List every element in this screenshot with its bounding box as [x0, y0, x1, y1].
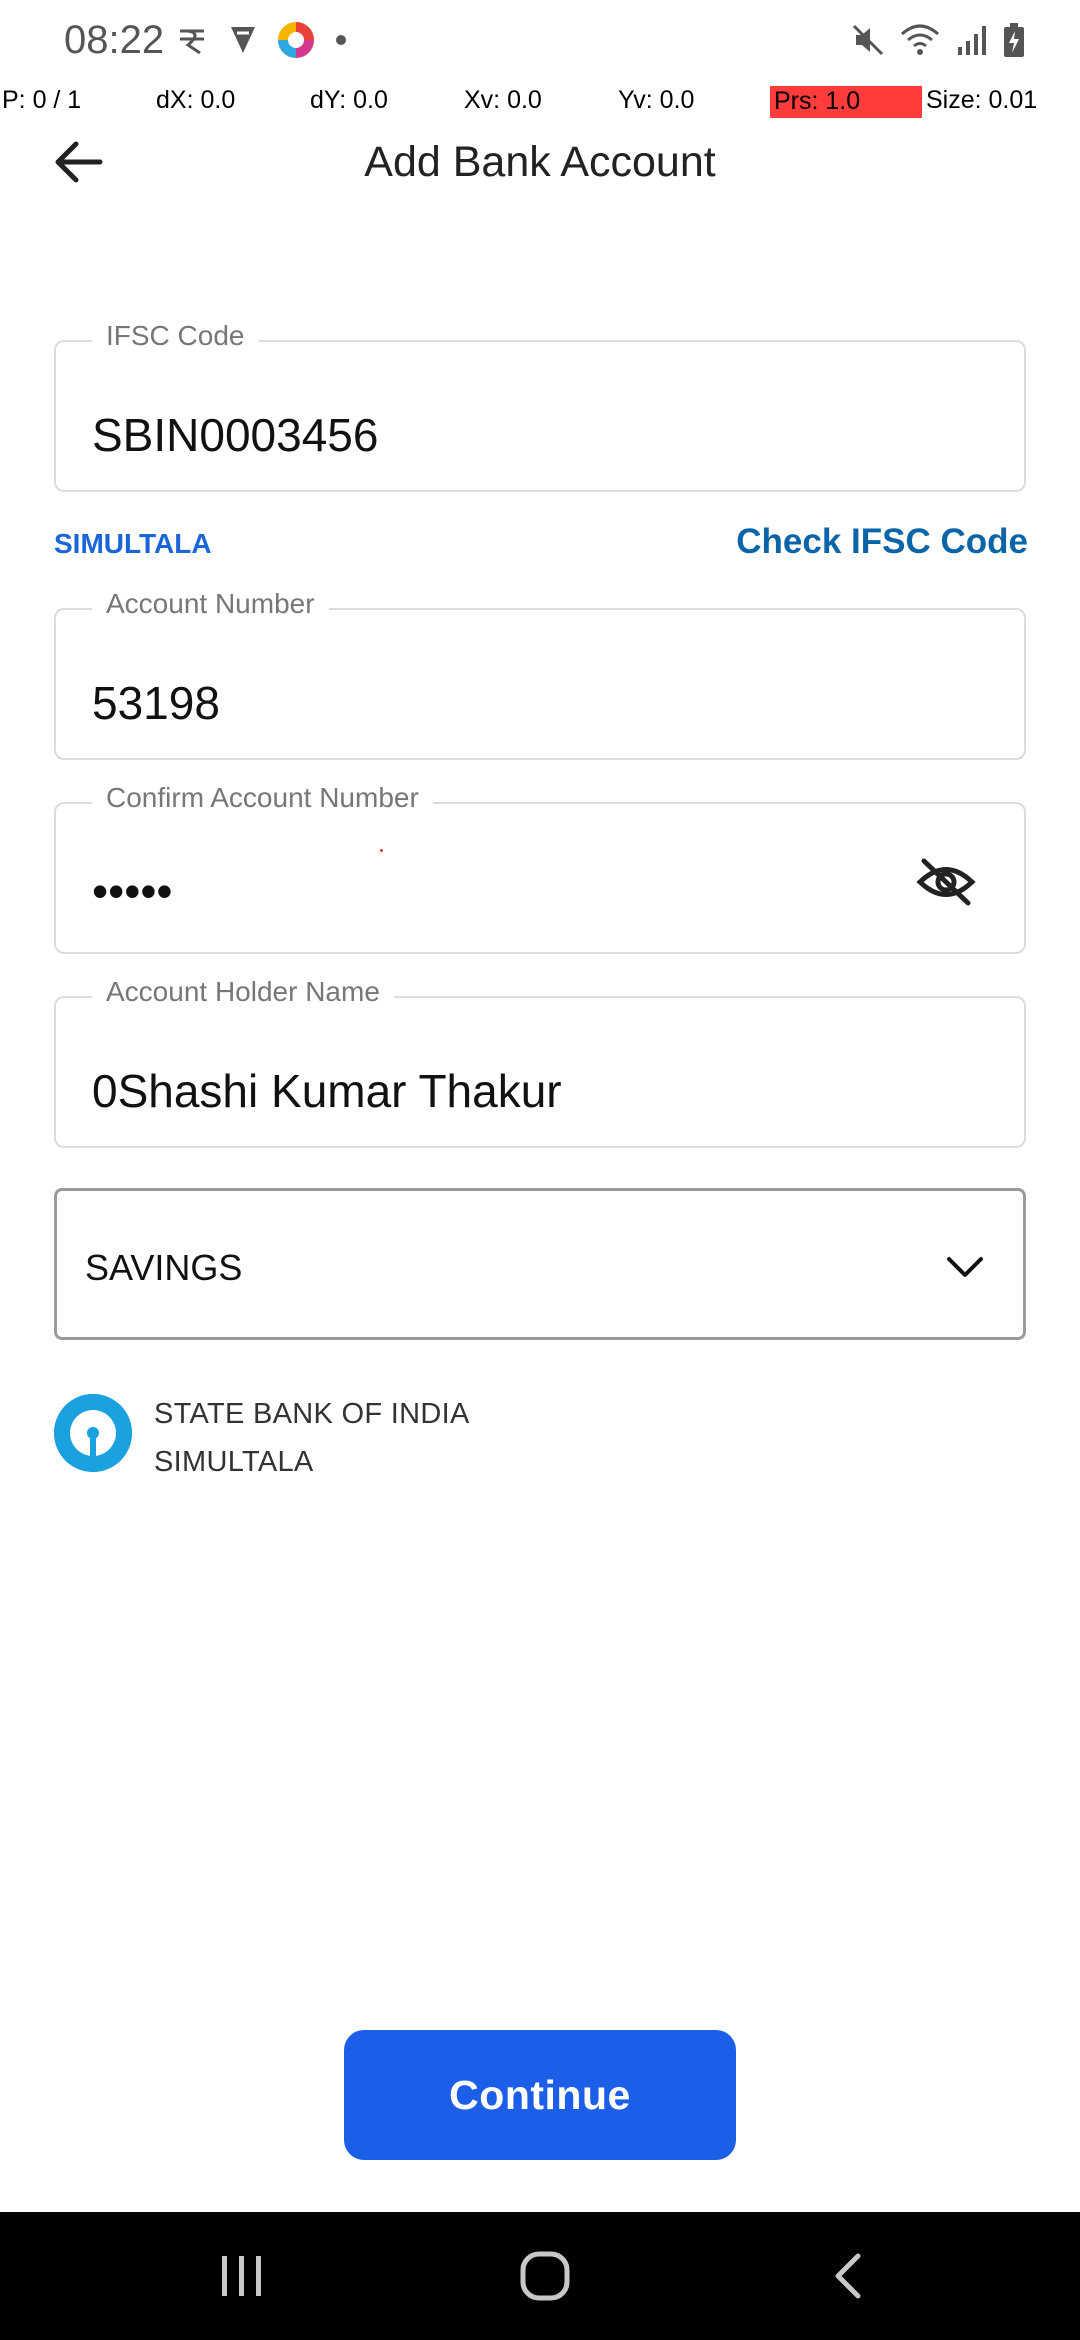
pointer-debug-bar: P: 0 / 1 dX: 0.0 dY: 0.0 Xv: 0.0 Yv: 0.0… [0, 84, 1080, 122]
nav-back-button[interactable] [788, 2236, 908, 2316]
check-ifsc-link[interactable]: Check IFSC Code [736, 522, 1028, 562]
account-type-selected: SAVINGS [85, 1247, 243, 1288]
bank-branch: SIMULTALA [154, 1446, 314, 1478]
ifsc-input[interactable]: SBIN0003456 [92, 408, 378, 462]
status-left-icons [176, 20, 348, 65]
status-bar: 08:22 [0, 0, 1080, 84]
signal-icon [954, 23, 988, 62]
debug-dx: dX: 0.0 [156, 86, 236, 114]
account-holder-name-field[interactable]: Account Holder Name 0Shashi Kumar Thakur [54, 976, 1026, 1148]
home-icon [520, 2251, 570, 2301]
app-header: Add Bank Account [0, 122, 1080, 202]
debug-pressure: Prs: 1.0 [770, 86, 922, 118]
account-type-dropdown[interactable]: SAVINGS [54, 1188, 1026, 1340]
toggle-visibility-button[interactable] [914, 854, 978, 910]
chevron-down-icon [947, 1257, 983, 1277]
confirm-account-number-label: Confirm Account Number [92, 782, 433, 814]
status-right-icons [850, 22, 1026, 63]
account-holder-name-label: Account Holder Name [92, 976, 394, 1008]
battery-icon [1002, 22, 1026, 63]
account-number-input[interactable]: 53198 [92, 676, 220, 730]
account-number-label: Account Number [92, 588, 329, 620]
debug-size: Size: 0.01 [926, 86, 1038, 114]
colorful-app-icon [276, 20, 316, 65]
recent-apps-button[interactable] [182, 2236, 302, 2316]
dot-icon [334, 33, 348, 52]
bank-name: STATE BANK OF INDIA [154, 1398, 470, 1430]
debug-yv: Yv: 0.0 [618, 86, 695, 114]
confirm-account-number-input[interactable]: ••••• [92, 864, 173, 918]
vpn-icon [228, 23, 258, 62]
account-holder-name-input[interactable]: 0Shashi Kumar Thakur [92, 1064, 562, 1118]
debug-xv: Xv: 0.0 [464, 86, 542, 114]
continue-button[interactable]: Continue [344, 2030, 736, 2160]
touch-point-marker [380, 849, 383, 852]
page-title: Add Bank Account [364, 138, 716, 186]
mute-icon [850, 22, 886, 63]
confirm-account-number-field[interactable]: Confirm Account Number ••••• [54, 782, 1026, 954]
system-nav-bar [0, 2212, 1080, 2340]
status-time: 08:22 [64, 18, 165, 62]
account-number-field[interactable]: Account Number 53198 [54, 588, 1026, 760]
debug-dy: dY: 0.0 [310, 86, 388, 114]
branch-hint: SIMULTALA [54, 528, 212, 559]
ifsc-label: IFSC Code [92, 320, 259, 352]
recent-apps-icon [222, 2256, 261, 2296]
rupee-app-icon [176, 23, 210, 62]
sbi-logo-icon [54, 1394, 132, 1472]
back-icon [835, 2253, 861, 2299]
eye-off-icon [916, 858, 976, 906]
wifi-icon [900, 22, 940, 63]
ifsc-field[interactable]: IFSC Code SBIN0003456 [54, 320, 1026, 492]
home-button[interactable] [485, 2236, 605, 2316]
debug-pointer-count: P: 0 / 1 [2, 86, 82, 114]
